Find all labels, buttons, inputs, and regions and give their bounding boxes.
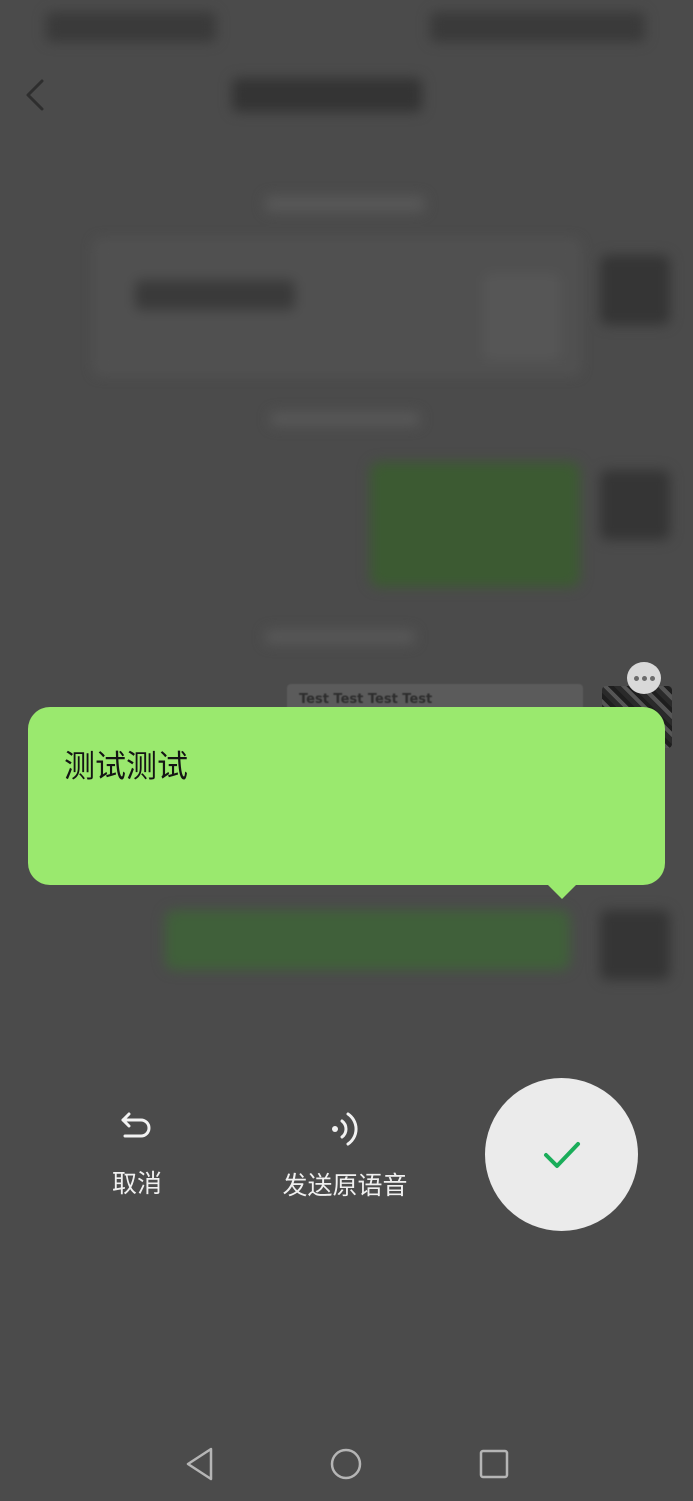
cancel-button[interactable]: 取消 <box>92 1108 182 1200</box>
transcription-text[interactable]: 测试测试 <box>64 747 665 787</box>
chat-title <box>232 78 422 112</box>
status-bar-left <box>46 12 216 42</box>
transcription-bubble[interactable]: 测试测试 <box>28 707 665 885</box>
send-raw-voice-button[interactable]: 发送原语音 <box>270 1108 420 1202</box>
voice-message-bubble <box>165 910 570 970</box>
more-options-button[interactable] <box>627 662 661 694</box>
timestamp <box>265 196 425 212</box>
sent-message-bubble <box>370 462 580 587</box>
undo-arrow-icon <box>121 1112 151 1138</box>
square-recent-icon <box>479 1449 509 1479</box>
circle-home-icon <box>330 1448 362 1480</box>
dot <box>641 675 647 681</box>
back-icon[interactable] <box>22 78 52 112</box>
shared-card-thumbnail <box>485 275 559 359</box>
avatar <box>600 910 670 980</box>
avatar <box>600 255 670 325</box>
quoted-message-text: Test Test Test Test <box>299 692 433 707</box>
timestamp <box>265 630 415 644</box>
triangle-back-icon <box>186 1447 213 1481</box>
checkmark-icon <box>543 1141 580 1168</box>
dot <box>649 675 655 681</box>
cancel-label: 取消 <box>111 1169 162 1198</box>
dot <box>633 675 639 681</box>
avatar <box>600 470 670 540</box>
timestamp <box>270 412 420 426</box>
chat-background-blurred <box>0 0 693 1100</box>
sound-wave-icon <box>332 1112 358 1146</box>
system-recent-apps-button[interactable] <box>474 1444 514 1484</box>
status-bar-right <box>430 12 645 42</box>
send-raw-voice-label: 发送原语音 <box>282 1171 408 1200</box>
confirm-send-button[interactable] <box>485 1078 638 1231</box>
voice-to-text-screen: Test Test Test Test 测试测试 取消 发送原语音 <box>0 0 693 1501</box>
system-home-button[interactable] <box>326 1444 366 1484</box>
bubble-tail <box>546 883 578 899</box>
shared-card-title <box>135 280 295 310</box>
system-back-button[interactable] <box>180 1444 220 1484</box>
